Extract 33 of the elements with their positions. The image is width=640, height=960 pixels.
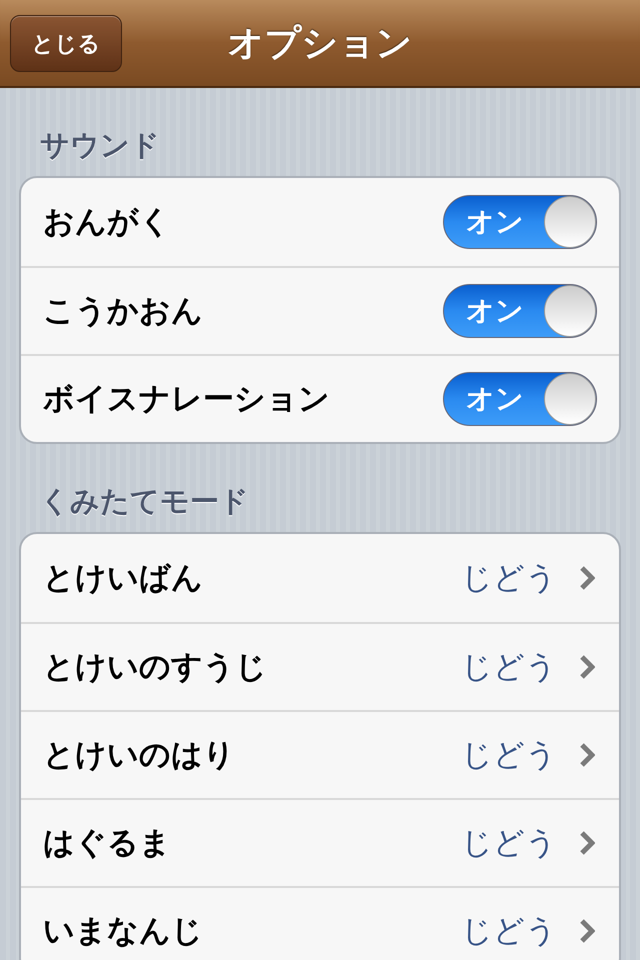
close-button[interactable]: とじる [10, 15, 122, 72]
toggle-switch[interactable]: オン [443, 195, 597, 249]
chevron-icon [579, 830, 595, 856]
chevron-icon [579, 742, 595, 768]
settings-row[interactable]: とけいばん じどう [21, 534, 619, 622]
toggle-switch[interactable]: オン [443, 372, 597, 426]
chevron-icon [579, 565, 595, 591]
row-label: ボイスナレーション [43, 380, 331, 419]
row-value: じどう [461, 824, 557, 863]
row-value: じどう [461, 648, 557, 687]
row-label: こうかおん [43, 292, 204, 331]
toggle-switch[interactable]: オン [443, 284, 597, 338]
settings-row[interactable]: おんがく オン [21, 178, 619, 266]
settings-row[interactable]: ボイスナレーション オン [21, 354, 619, 442]
row-label: とけいのすうじ [43, 648, 268, 687]
settings-row[interactable]: こうかおん オン [21, 266, 619, 354]
row-value: じどう [461, 912, 557, 951]
section-header: くみたてモード [40, 483, 250, 520]
section-header: サウンド [40, 127, 161, 164]
row-value: じどう [461, 559, 557, 598]
row-label: とけいのはり [43, 736, 236, 775]
row-label: とけいばん [43, 559, 204, 598]
chevron-icon [579, 918, 595, 944]
chevron-icon [579, 654, 595, 680]
row-label: はぐるま [43, 824, 172, 863]
row-value: じどう [461, 736, 557, 775]
settings-row[interactable]: いまなんじ じどう [21, 886, 619, 960]
row-label: いまなんじ [43, 912, 204, 951]
settings-row[interactable]: はぐるま じどう [21, 798, 619, 886]
settings-row[interactable]: とけいのすうじ じどう [21, 622, 619, 710]
settings-row[interactable]: とけいのはり じどう [21, 710, 619, 798]
nav-title: オプション [228, 22, 412, 66]
row-label: おんがく [43, 203, 172, 242]
